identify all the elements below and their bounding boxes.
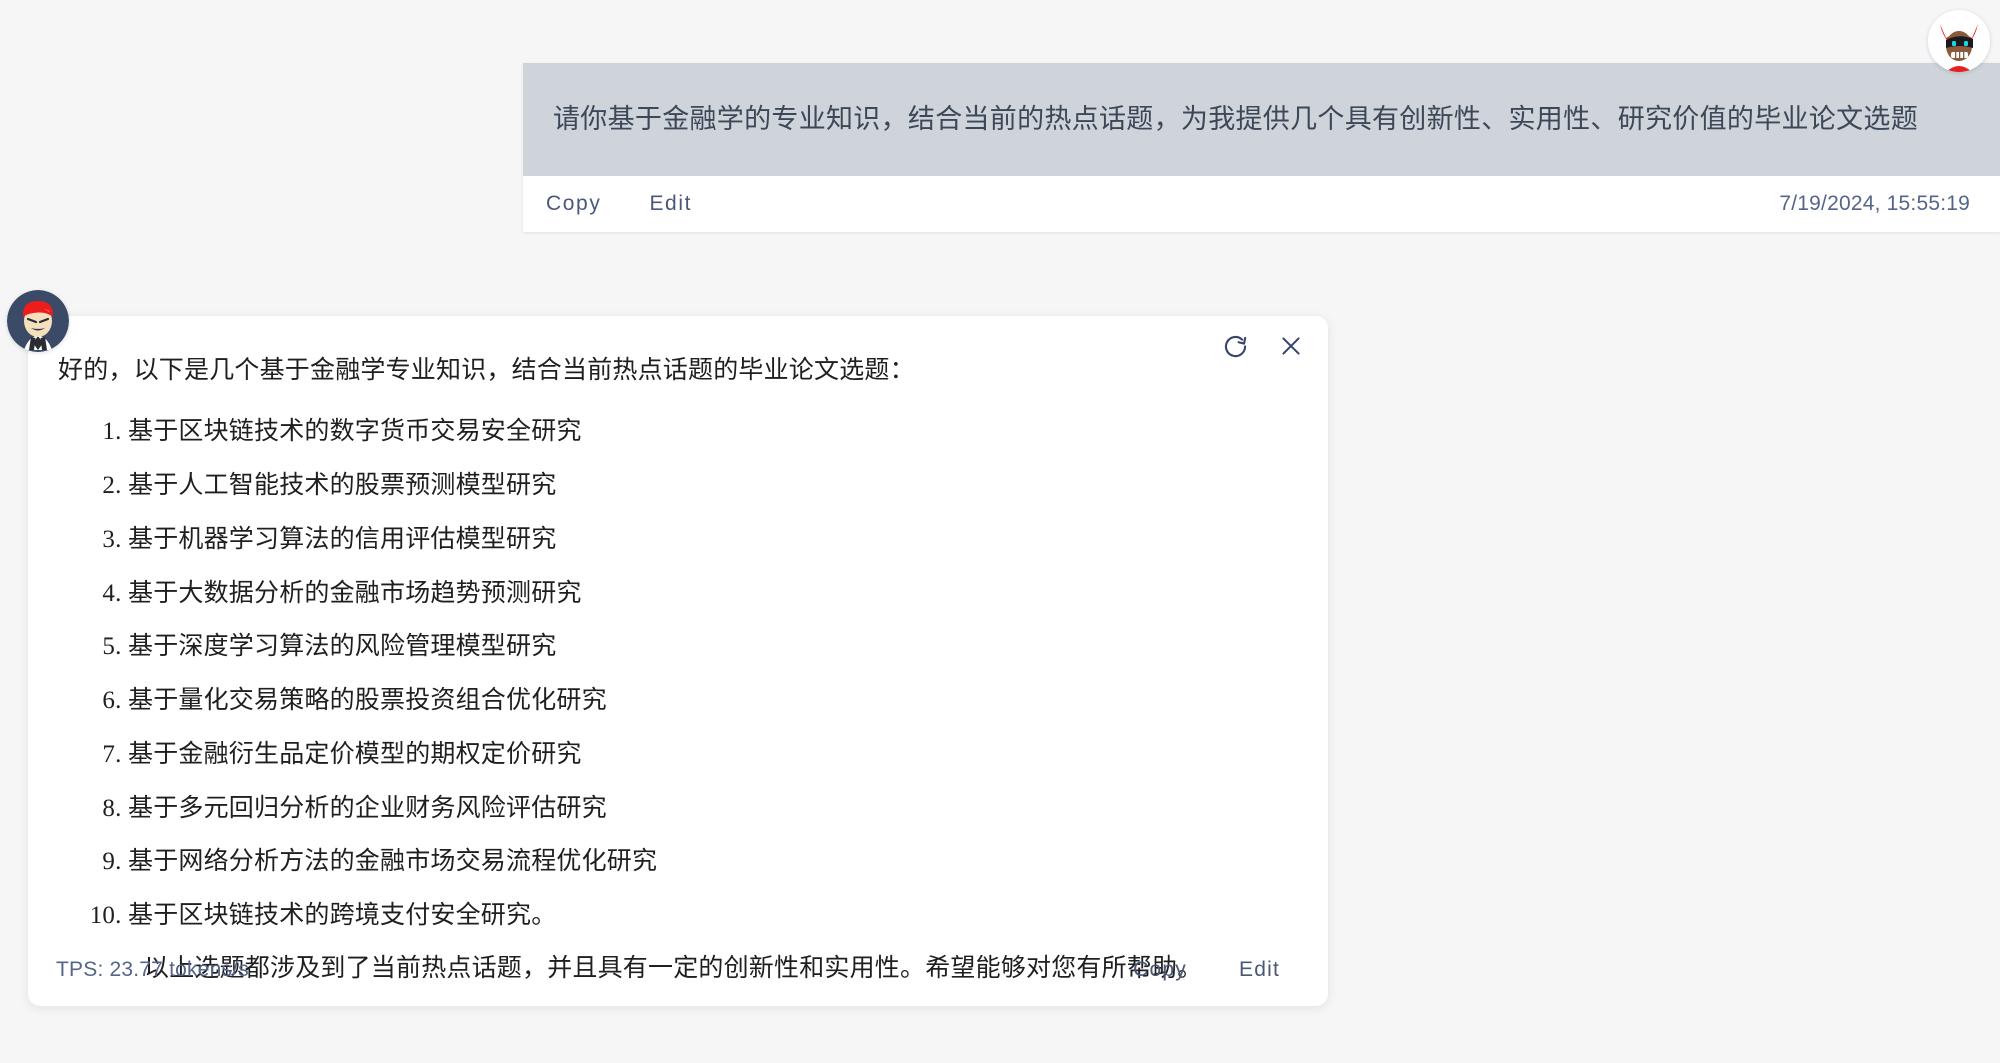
list-item: 基于多元回归分析的企业财务风险评估研究 bbox=[128, 789, 1300, 828]
assistant-response-card: 好的，以下是几个基于金融学专业知识，结合当前热点话题的毕业论文选题： 基于区块链… bbox=[28, 316, 1328, 1006]
list-item: 基于网络分析方法的金融市场交易流程优化研究 bbox=[128, 842, 1300, 881]
user-message-actions: Copy Edit 7/19/2024, 15:55:19 bbox=[523, 176, 2000, 232]
user-message-text: 请你基于金融学的专业知识，结合当前的热点话题，为我提供几个具有创新性、实用性、研… bbox=[553, 104, 1918, 135]
user-edit-button[interactable]: Edit bbox=[649, 192, 692, 216]
user-avatar-icon bbox=[1928, 10, 1990, 72]
list-item: 基于区块链技术的跨境支付安全研究。 bbox=[128, 896, 1300, 935]
user-message-timestamp: 7/19/2024, 15:55:19 bbox=[1779, 192, 1970, 215]
tps-status: TPS: 23.77 tokens/s bbox=[56, 958, 249, 981]
user-copy-button[interactable]: Copy bbox=[546, 192, 601, 216]
list-item: 基于深度学习算法的风险管理模型研究 bbox=[128, 627, 1300, 666]
assistant-footer: TPS: 23.77 tokens/s Copy Edit bbox=[28, 934, 1328, 1006]
list-item: 基于机器学习算法的信用评估模型研究 bbox=[128, 520, 1300, 559]
topic-list: 基于区块链技术的数字货币交易安全研究 基于人工智能技术的股票预测模型研究 基于机… bbox=[42, 412, 1300, 935]
assistant-intro-text: 好的，以下是几个基于金融学专业知识，结合当前热点话题的毕业论文选题： bbox=[58, 356, 915, 384]
list-item: 基于大数据分析的金融市场趋势预测研究 bbox=[128, 574, 1300, 613]
list-item: 基于金融衍生品定价模型的期权定价研究 bbox=[128, 735, 1300, 774]
assistant-copy-button[interactable]: Copy bbox=[1133, 958, 1187, 982]
user-message-block: 请你基于金融学的专业知识，结合当前的热点话题，为我提供几个具有创新性、实用性、研… bbox=[523, 63, 2000, 232]
assistant-edit-button[interactable]: Edit bbox=[1239, 958, 1280, 982]
assistant-body: 好的，以下是几个基于金融学专业知识，结合当前热点话题的毕业论文选题： 基于区块链… bbox=[28, 352, 1328, 987]
list-item: 基于区块链技术的数字货币交易安全研究 bbox=[128, 412, 1300, 451]
chat-page: 请你基于金融学的专业知识，结合当前的热点话题，为我提供几个具有创新性、实用性、研… bbox=[0, 0, 2000, 1063]
list-item: 基于量化交易策略的股票投资组合优化研究 bbox=[128, 681, 1300, 720]
assistant-avatar[interactable] bbox=[7, 290, 69, 352]
user-avatar[interactable] bbox=[1928, 10, 1990, 72]
user-message-bubble: 请你基于金融学的专业知识，结合当前的热点话题，为我提供几个具有创新性、实用性、研… bbox=[523, 63, 2000, 176]
list-item: 基于人工智能技术的股票预测模型研究 bbox=[128, 466, 1300, 505]
assistant-avatar-icon bbox=[7, 290, 69, 352]
